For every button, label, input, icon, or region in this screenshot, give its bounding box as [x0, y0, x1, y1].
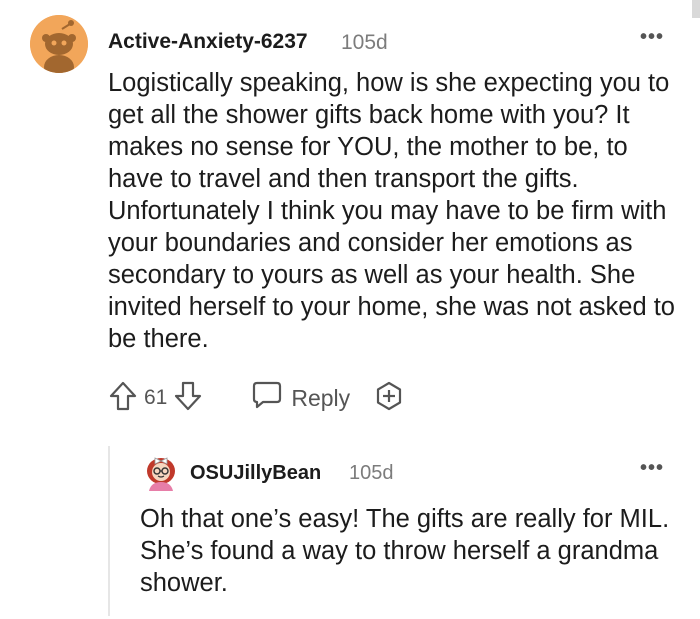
more-options-icon[interactable]: •••: [640, 457, 664, 480]
more-options-icon[interactable]: •••: [640, 26, 664, 49]
upvote-icon[interactable]: [108, 380, 138, 417]
user-avatar-icon: [147, 457, 175, 491]
comment: Active-Anxiety-6237 105d ••• Logisticall…: [0, 0, 700, 619]
reply-button[interactable]: Reply: [251, 380, 350, 416]
thread-line[interactable]: [108, 446, 110, 616]
comment-body: Logistically speaking, how is she expect…: [108, 69, 675, 353]
comment-body: Oh that one’s easy! The gifts are really…: [140, 505, 670, 597]
speech-bubble-icon: [251, 380, 283, 416]
comment-author[interactable]: Active-Anxiety-6237: [108, 30, 308, 54]
downvote-icon[interactable]: [173, 380, 203, 417]
comment-actions: 61 Reply: [108, 380, 404, 416]
comment-author[interactable]: OSUJillyBean: [190, 462, 321, 485]
award-icon[interactable]: [374, 381, 404, 416]
reply-label: Reply: [291, 384, 351, 411]
avatar[interactable]: [143, 455, 179, 491]
vote-score: 61: [144, 386, 168, 409]
comment-age: 105d: [349, 462, 394, 484]
comment-age: 105d: [341, 31, 388, 54]
avatar[interactable]: [30, 15, 88, 73]
snoo-avatar-icon: [30, 15, 88, 73]
